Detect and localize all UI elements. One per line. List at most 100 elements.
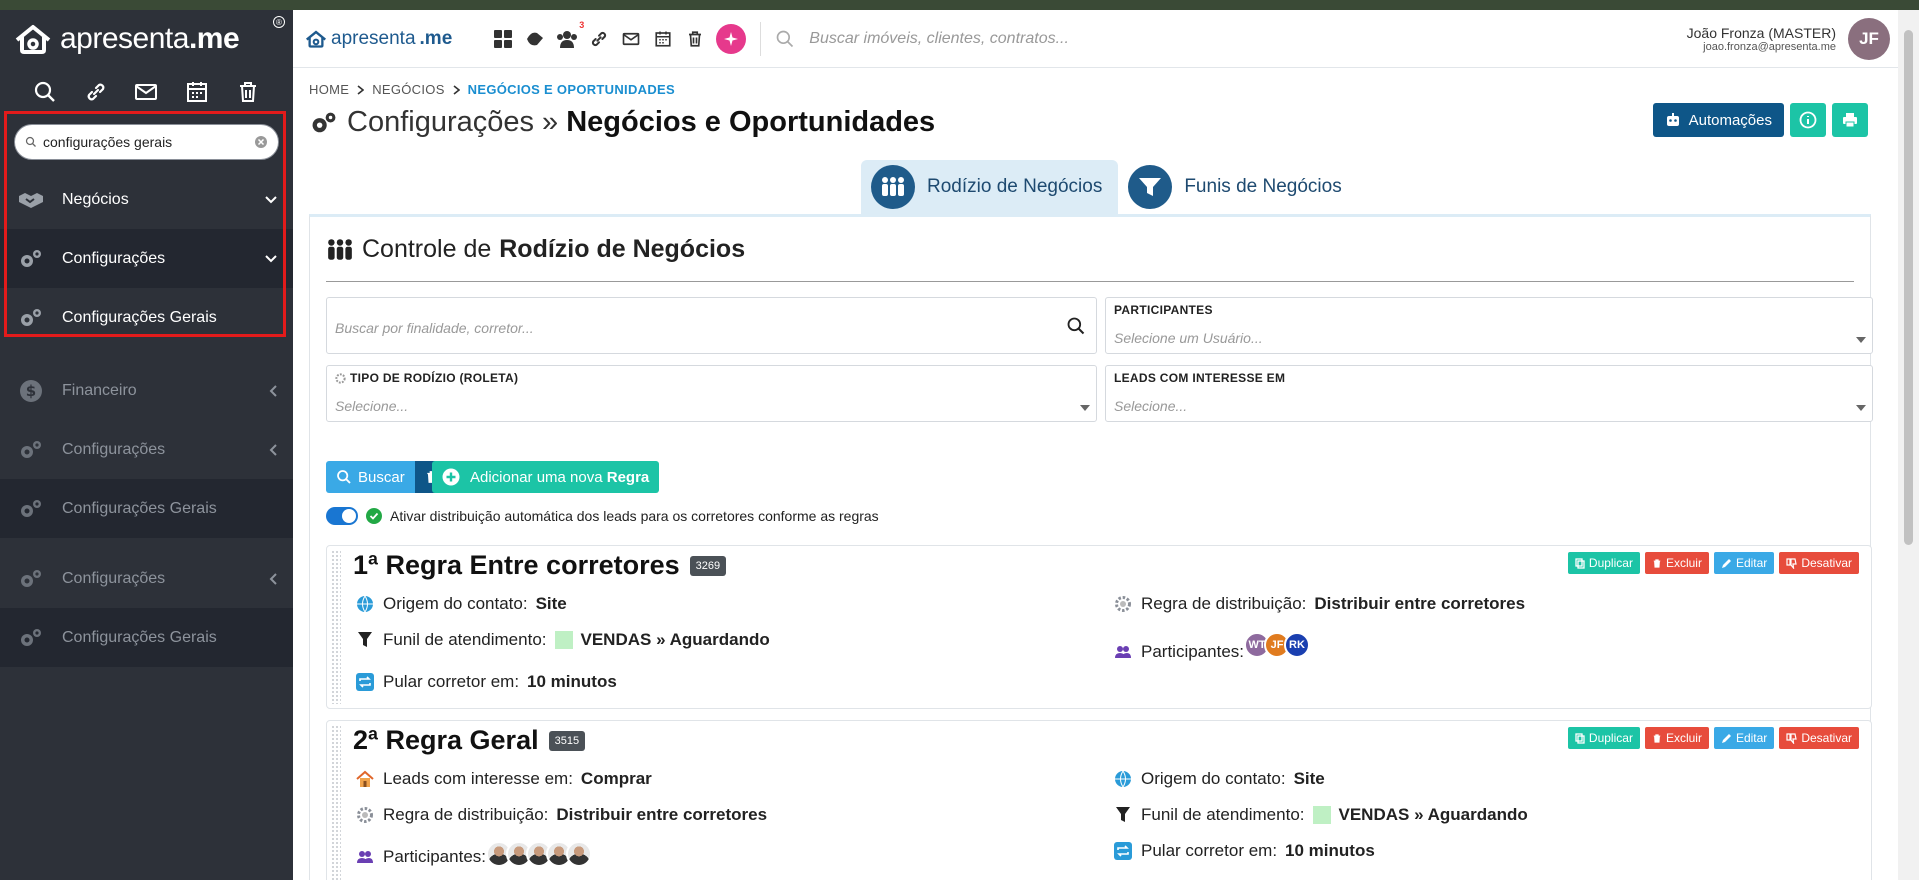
leads-interest-label: LEADS COM INTERESSE EM xyxy=(1114,371,1286,385)
caret-down-icon xyxy=(1856,337,1866,343)
sidebar: apresenta.me ® configurações gerais Negó… xyxy=(0,10,293,880)
chevron-left-icon xyxy=(269,443,277,456)
house-icon xyxy=(355,769,375,789)
breadcrumb-section[interactable]: NEGÓCIOS xyxy=(372,82,444,97)
chevron-right-icon xyxy=(357,84,365,95)
link-icon[interactable] xyxy=(588,28,610,50)
dashboard-icon[interactable] xyxy=(492,28,514,50)
mail-icon[interactable] xyxy=(134,80,158,104)
edit-label: Editar xyxy=(1735,731,1768,745)
participant-photo[interactable] xyxy=(566,841,592,867)
sidebar-item-label: Financeiro xyxy=(62,381,137,399)
drag-handle[interactable] xyxy=(331,725,341,880)
sidebar-item-configuracoes[interactable]: Configurações xyxy=(0,420,293,479)
breadcrumb-home[interactable]: HOME xyxy=(309,82,349,97)
avatar[interactable]: RK xyxy=(1284,632,1310,658)
sidebar-brand[interactable]: apresenta.me ® xyxy=(0,10,293,68)
disable-button[interactable]: Desativar xyxy=(1779,727,1859,749)
add-rule-bold: Regra xyxy=(606,468,650,486)
trash-icon xyxy=(1653,733,1661,743)
auto-distribution-row: Ativar distribuição automática dos leads… xyxy=(326,507,879,525)
automations-button[interactable]: Automações xyxy=(1652,103,1784,137)
sidebar-item-negocios[interactable]: Negócios xyxy=(0,170,293,229)
sidebar-item-configuracoes[interactable]: Configurações xyxy=(0,229,293,288)
rule-funnel: Funil de atendimento: VENDAS » Aguardando xyxy=(1113,805,1528,825)
info-button[interactable] xyxy=(1790,103,1826,137)
scrollbar-thumb[interactable] xyxy=(1904,30,1913,545)
global-search-input[interactable]: Buscar imóveis, clientes, contratos... xyxy=(775,29,1686,49)
calendar-icon[interactable] xyxy=(185,80,209,104)
duplicate-label: Duplicar xyxy=(1588,731,1633,745)
panel-title-light: Controle de xyxy=(362,235,492,263)
search-icon[interactable] xyxy=(33,80,57,104)
handshake-icon[interactable] xyxy=(524,28,546,50)
sidebar-item-financeiro[interactable]: $ Financeiro xyxy=(0,361,293,420)
caret-down-icon xyxy=(1856,405,1866,411)
link-icon[interactable] xyxy=(84,80,108,104)
search-icon xyxy=(25,136,36,147)
rule-distribution-label: Regra de distribuição: xyxy=(1141,594,1307,613)
thumbs-down-icon xyxy=(1786,732,1798,744)
trash-icon[interactable] xyxy=(236,80,260,104)
svg-text:$: $ xyxy=(26,382,36,400)
sidebar-item-configuracoes-gerais[interactable]: Configurações Gerais xyxy=(0,479,293,538)
repeat-icon xyxy=(1113,841,1133,861)
header-brand-bold: .me xyxy=(419,27,453,49)
tab-rodizio[interactable]: Rodízio de Negócios xyxy=(861,160,1119,214)
edit-button[interactable]: Editar xyxy=(1713,552,1775,574)
header-brand[interactable]: apresenta .me xyxy=(305,28,452,50)
print-button[interactable] xyxy=(1832,103,1868,137)
page-title-bold: Negócios e Oportunidades xyxy=(566,106,936,138)
page-title: Configurações » Negócios e Oportunidades xyxy=(309,106,935,139)
sidebar-item-configuracoes-gerais[interactable]: Configurações Gerais xyxy=(0,288,293,347)
sidebar-item-label: Configurações xyxy=(62,569,166,587)
sparkle-icon xyxy=(724,31,739,46)
chevron-left-icon xyxy=(269,572,277,585)
rule-search-input[interactable]: Buscar por finalidade, corretor... xyxy=(326,297,1097,354)
tab-label: Funis de Negócios xyxy=(1184,176,1342,197)
rotation-type-select[interactable]: TIPO DE RODÍZIO (ROLETA) Selecione... xyxy=(326,365,1097,422)
sidebar-search-input[interactable]: configurações gerais xyxy=(14,124,279,160)
sidebar-item-configuracoes-gerais[interactable]: Configurações Gerais xyxy=(0,608,293,667)
ai-assistant-button[interactable] xyxy=(716,23,747,54)
people-icon xyxy=(871,165,915,209)
rule-skip-value: 10 minutos xyxy=(527,672,617,691)
main-content: HOME NEGÓCIOS NEGÓCIOS E OPORTUNIDADES C… xyxy=(293,68,1898,880)
user-menu[interactable]: João Fronza (MASTER) joao.fronza@apresen… xyxy=(1687,17,1890,60)
rule-interest: Leads com interesse em: Comprar xyxy=(355,769,652,789)
trash-icon[interactable] xyxy=(684,28,706,50)
add-rule-button[interactable]: Adicionar uma nova Regra xyxy=(432,461,660,493)
gears-icon xyxy=(18,566,44,592)
calendar-icon[interactable] xyxy=(652,28,674,50)
drag-handle[interactable] xyxy=(331,550,341,704)
mail-icon[interactable] xyxy=(620,28,642,50)
users-icon[interactable]: 3 xyxy=(556,20,584,50)
search-icon xyxy=(1067,317,1085,335)
tab-funis[interactable]: Funis de Negócios xyxy=(1118,160,1357,214)
page-scrollbar[interactable] xyxy=(1898,10,1919,880)
search-button[interactable]: Buscar xyxy=(326,461,415,493)
rule-id-badge: 3515 xyxy=(548,730,586,751)
auto-distribution-toggle[interactable] xyxy=(326,507,358,525)
leads-interest-select[interactable]: LEADS COM INTERESSE EM Selecione... xyxy=(1105,365,1873,422)
plus-circle-icon xyxy=(442,468,460,486)
participants-select[interactable]: PARTICIPANTES Selecione um Usuário... xyxy=(1105,297,1873,354)
duplicate-button[interactable]: Duplicar xyxy=(1567,727,1640,749)
trash-icon xyxy=(1653,558,1661,568)
sidebar-item-configuracoes[interactable]: Configurações xyxy=(0,549,293,608)
clear-icon[interactable] xyxy=(254,135,268,149)
edit-button[interactable]: Editar xyxy=(1713,727,1775,749)
disable-button[interactable]: Desativar xyxy=(1779,552,1859,574)
duplicate-button[interactable]: Duplicar xyxy=(1567,552,1640,574)
rule-funnel: Funil de atendimento: VENDAS » Aguardando xyxy=(355,630,770,650)
rule-funnel-label: Funil de atendimento: xyxy=(383,630,547,649)
users-icon xyxy=(355,847,375,867)
rule-participants-label: Participantes: xyxy=(1141,642,1244,661)
brand-name-bold: .me xyxy=(188,22,240,55)
avatar[interactable]: JF xyxy=(1848,17,1890,60)
delete-button[interactable]: Excluir xyxy=(1644,552,1709,574)
delete-button[interactable]: Excluir xyxy=(1644,727,1709,749)
gear-icon xyxy=(355,805,375,825)
add-rule-label: Adicionar uma nova Regra xyxy=(470,469,649,486)
